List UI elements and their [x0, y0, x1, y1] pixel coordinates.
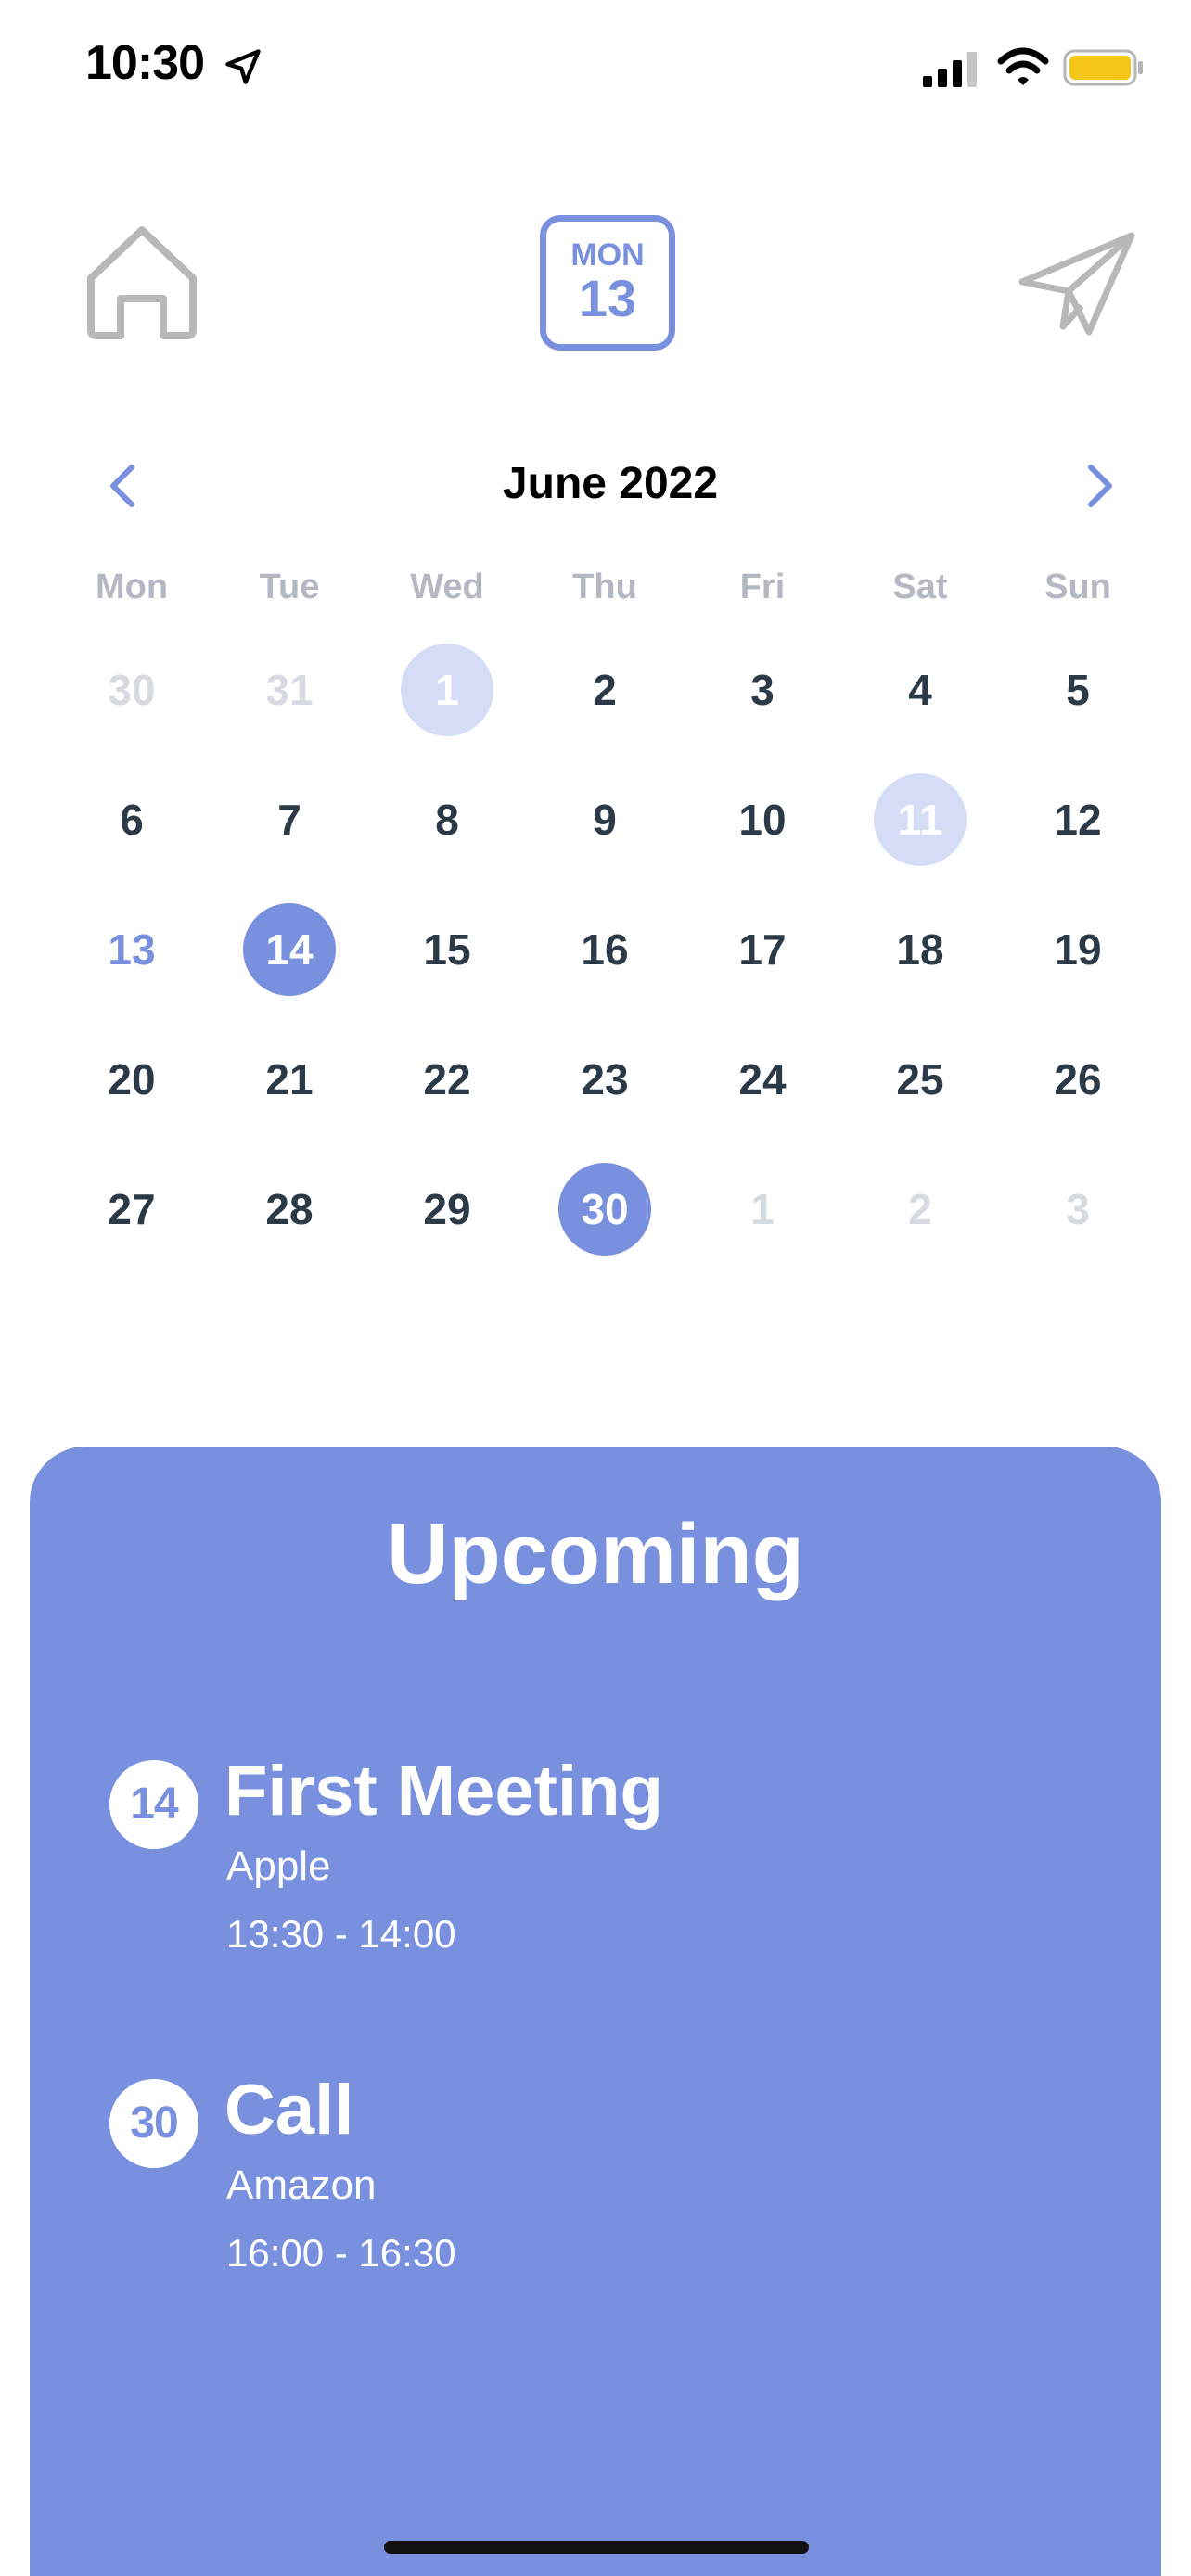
weekday-label-wed: Wed [410, 567, 484, 606]
battery-icon [1063, 49, 1143, 86]
calendar-day[interactable]: 3 [716, 644, 809, 736]
event-company: Apple [226, 1843, 331, 1889]
calendar-day[interactable]: 2 [558, 644, 651, 736]
upcoming-panel [30, 1447, 1161, 2576]
calendar-day[interactable]: 1 [716, 1163, 809, 1256]
badge-date: 13 [578, 269, 637, 327]
calendar-day[interactable]: 15 [401, 903, 493, 996]
calendar-day[interactable]: 2 [874, 1163, 967, 1256]
calendar-screen: 10:30 MON 13 June 2022 Mon Tue Wed Thu F… [0, 0, 1191, 2576]
calendar-day[interactable]: 26 [1031, 1033, 1124, 1126]
weekday-label-mon: Mon [95, 567, 169, 606]
calendar-day[interactable]: 23 [558, 1033, 651, 1126]
chevron-right-icon [1088, 465, 1112, 507]
calendar-day[interactable]: 8 [401, 773, 493, 866]
home-button[interactable] [82, 221, 202, 346]
calendar-day[interactable]: 11 [874, 773, 967, 866]
weekday-label-sun: Sun [1044, 567, 1111, 606]
calendar-day[interactable]: 29 [401, 1163, 493, 1256]
calendar-day[interactable]: 22 [401, 1033, 493, 1126]
event-time: 16:00 - 16:30 [226, 2231, 456, 2275]
calendar-day[interactable]: 12 [1031, 773, 1124, 866]
weekday-label-sat: Sat [892, 567, 948, 606]
weekday-label-fri: Fri [739, 567, 786, 606]
calendar-day[interactable]: 10 [716, 773, 809, 866]
calendar-day[interactable]: 16 [558, 903, 651, 996]
today-date-badge[interactable]: MON 13 [540, 215, 675, 351]
calendar-day[interactable]: 17 [716, 903, 809, 996]
cellular-signal-icon [923, 52, 977, 87]
calendar-day[interactable]: 30 [85, 644, 178, 736]
weekday-header-row: Mon Tue Wed Thu Fri Sat Sun [0, 567, 1191, 614]
location-arrow-icon [225, 49, 261, 84]
event-title: First Meeting [224, 1752, 663, 1830]
event-date-badge: 30 [109, 2079, 198, 2168]
home-icon [87, 226, 197, 339]
calendar-day[interactable]: 5 [1031, 644, 1124, 736]
calendar-day[interactable]: 25 [874, 1033, 967, 1126]
event-company: Amazon [226, 2162, 377, 2208]
weekday-label-tue: Tue [259, 567, 320, 606]
badge-weekday: MON [570, 237, 645, 273]
calendar-day[interactable]: 4 [874, 644, 967, 736]
calendar-day[interactable]: 28 [243, 1163, 336, 1256]
wifi-icon [997, 47, 1049, 85]
month-title: June 2022 [502, 459, 719, 508]
weekday-label-thu: Thu [572, 567, 637, 606]
calendar-day[interactable]: 9 [558, 773, 651, 866]
event-date-badge: 14 [109, 1760, 198, 1849]
calendar-day[interactable]: 30 [558, 1163, 651, 1256]
calendar-day[interactable]: 7 [243, 773, 336, 866]
calendar-day[interactable]: 19 [1031, 903, 1124, 996]
paper-plane-icon [1018, 232, 1135, 336]
upcoming-title: Upcoming [387, 1507, 804, 1601]
calendar-day[interactable]: 6 [85, 773, 178, 866]
calendar-day[interactable]: 21 [243, 1033, 336, 1126]
send-button[interactable] [1017, 230, 1137, 338]
calendar-day[interactable]: 13 [85, 903, 178, 996]
calendar-day[interactable]: 18 [874, 903, 967, 996]
event-item[interactable]: 30 Call Amazon 16:00 - 16:30 [109, 2070, 1037, 2292]
calendar-day[interactable]: 24 [716, 1033, 809, 1126]
calendar-day[interactable]: 31 [243, 644, 336, 736]
calendar-day[interactable]: 3 [1031, 1163, 1124, 1256]
home-indicator [384, 2541, 809, 2554]
calendar-day[interactable]: 1 [401, 644, 493, 736]
event-title: Call [224, 2071, 354, 2149]
next-month-button[interactable] [1076, 460, 1122, 512]
status-time: 10:30 [85, 36, 205, 90]
status-bar: 10:30 [0, 0, 1191, 130]
calendar-day[interactable]: 27 [85, 1163, 178, 1256]
calendar-day[interactable]: 20 [85, 1033, 178, 1126]
event-item[interactable]: 14 First Meeting Apple 13:30 - 14:00 [109, 1751, 1037, 1973]
calendar-day[interactable]: 14 [243, 903, 336, 996]
event-time: 13:30 - 14:00 [226, 1912, 456, 1956]
